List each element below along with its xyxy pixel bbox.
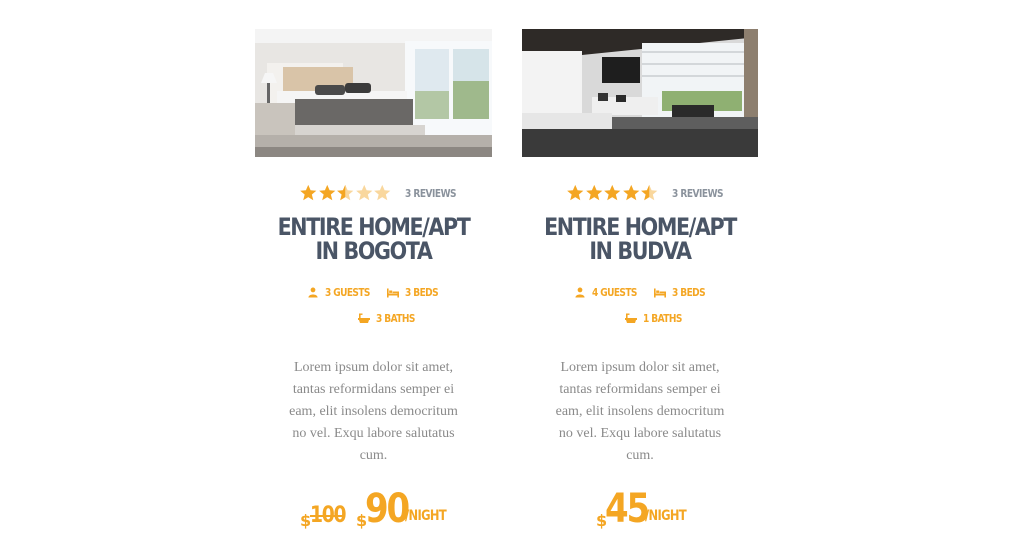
reviews-count[interactable]: 3 REVIEWS	[672, 187, 724, 200]
star-full-icon	[300, 184, 317, 201]
beds-amenity: 3 BEDS	[654, 286, 712, 299]
bed-icon	[387, 288, 399, 298]
star-empty-icon	[374, 184, 391, 201]
price-per-night: /NIGHT	[405, 508, 447, 524]
listing-photo-living-room[interactable]	[522, 29, 758, 157]
listing-description: Lorem ipsum dolor sit amet, tantas refor…	[555, 360, 725, 463]
bed-icon	[654, 288, 666, 298]
listing-card[interactable]: 3 REVIEWS ENTIRE HOME/APT IN BOGOTA 3 GU…	[255, 29, 492, 533]
price-per-night: /NIGHT	[645, 508, 687, 524]
star-rating	[299, 184, 392, 202]
star-half-icon	[641, 184, 658, 201]
old-price: 100	[310, 503, 347, 528]
listing-title[interactable]: ENTIRE HOME/APT IN BUDVA	[539, 215, 742, 263]
star-half-icon	[337, 184, 354, 201]
star-empty-icon	[355, 184, 372, 201]
title-line: ENTIRE HOME/APT	[544, 213, 737, 241]
title-line: IN BUDVA	[589, 237, 692, 265]
price-block: $ 100 $ 90 /NIGHT	[255, 486, 492, 533]
amenities: 4 GUESTS 3 BEDS 1 BATHS	[522, 280, 758, 332]
listing-card[interactable]: 3 REVIEWS ENTIRE HOME/APT IN BUDVA 4 GUE…	[522, 29, 758, 533]
star-full-icon	[567, 184, 584, 201]
star-full-icon	[585, 184, 602, 201]
star-full-icon	[318, 184, 335, 201]
star-rating	[566, 184, 659, 202]
living-room-image	[522, 29, 758, 157]
current-price: 45	[605, 486, 650, 532]
user-icon	[308, 287, 318, 298]
title-line: ENTIRE HOME/APT	[277, 213, 471, 241]
bath-icon	[358, 313, 370, 323]
listing-description: Lorem ipsum dolor sit amet, tantas refor…	[289, 360, 458, 463]
guests-amenity: 3 GUESTS	[307, 286, 380, 299]
star-full-icon	[622, 184, 639, 201]
user-icon	[575, 287, 585, 298]
amenities: 3 GUESTS 3 BEDS 3 BATHS	[255, 280, 492, 332]
title-line: IN BOGOTA	[315, 237, 433, 265]
baths-amenity: 1 BATHS	[625, 312, 690, 325]
price-block: $ 45 /NIGHT	[522, 486, 758, 533]
listing-title[interactable]: ENTIRE HOME/APT IN BOGOTA	[272, 215, 476, 263]
star-full-icon	[604, 184, 621, 201]
guests-amenity: 4 GUESTS	[574, 286, 647, 299]
bath-icon	[625, 313, 637, 323]
beds-amenity: 3 BEDS	[387, 286, 445, 299]
current-price: 90	[365, 486, 410, 532]
reviews-count[interactable]: 3 REVIEWS	[405, 187, 457, 200]
baths-amenity: 3 BATHS	[358, 312, 423, 325]
bedroom-image	[255, 29, 492, 157]
listing-photo-bedroom[interactable]	[255, 29, 492, 157]
